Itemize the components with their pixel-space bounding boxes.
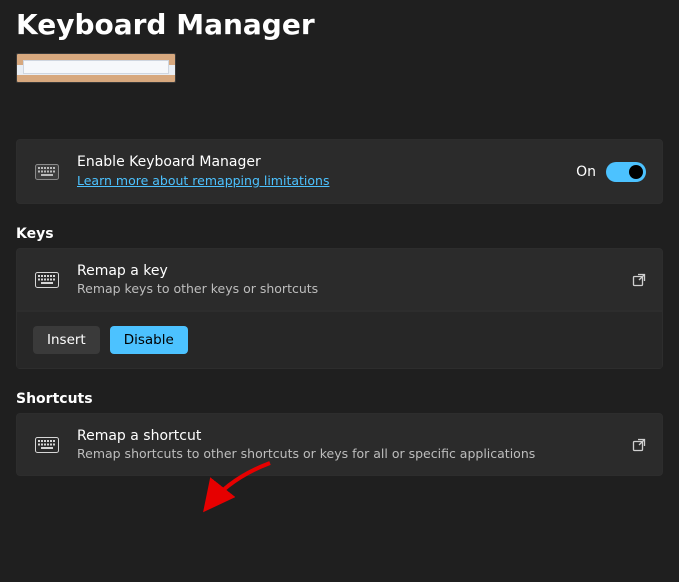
key-mapping-list: Insert Disable <box>17 311 662 368</box>
enable-card: Enable Keyboard Manager Learn more about… <box>16 139 663 204</box>
toggle-state-label: On <box>576 164 596 180</box>
enable-toggle[interactable] <box>606 162 646 182</box>
keyboard-icon <box>33 437 61 453</box>
remap-shortcut-subtitle: Remap shortcuts to other shortcuts or ke… <box>77 446 616 461</box>
remap-shortcut-row[interactable]: Remap a shortcut Remap shortcuts to othe… <box>17 414 662 475</box>
preview-thumbnail <box>16 53 176 83</box>
enable-row: Enable Keyboard Manager Learn more about… <box>17 140 662 203</box>
key-chip-from[interactable]: Insert <box>33 326 100 354</box>
remap-key-subtitle: Remap keys to other keys or shortcuts <box>77 281 616 296</box>
enable-title: Enable Keyboard Manager <box>77 154 560 170</box>
learn-more-link[interactable]: Learn more about remapping limitations <box>77 173 329 188</box>
remap-key-row[interactable]: Remap a key Remap keys to other keys or … <box>17 249 662 311</box>
remap-shortcut-card: Remap a shortcut Remap shortcuts to othe… <box>16 413 663 476</box>
remap-key-card: Remap a key Remap keys to other keys or … <box>16 248 663 369</box>
keyboard-icon <box>33 272 61 288</box>
page-title: Keyboard Manager <box>0 0 679 53</box>
open-icon[interactable] <box>632 438 646 452</box>
remap-shortcut-title: Remap a shortcut <box>77 428 616 444</box>
remap-key-title: Remap a key <box>77 263 616 279</box>
shortcuts-section-header: Shortcuts <box>16 391 663 407</box>
keyboard-icon <box>33 164 61 180</box>
keys-section-header: Keys <box>16 226 663 242</box>
key-chip-to[interactable]: Disable <box>110 326 188 354</box>
open-icon[interactable] <box>632 273 646 287</box>
